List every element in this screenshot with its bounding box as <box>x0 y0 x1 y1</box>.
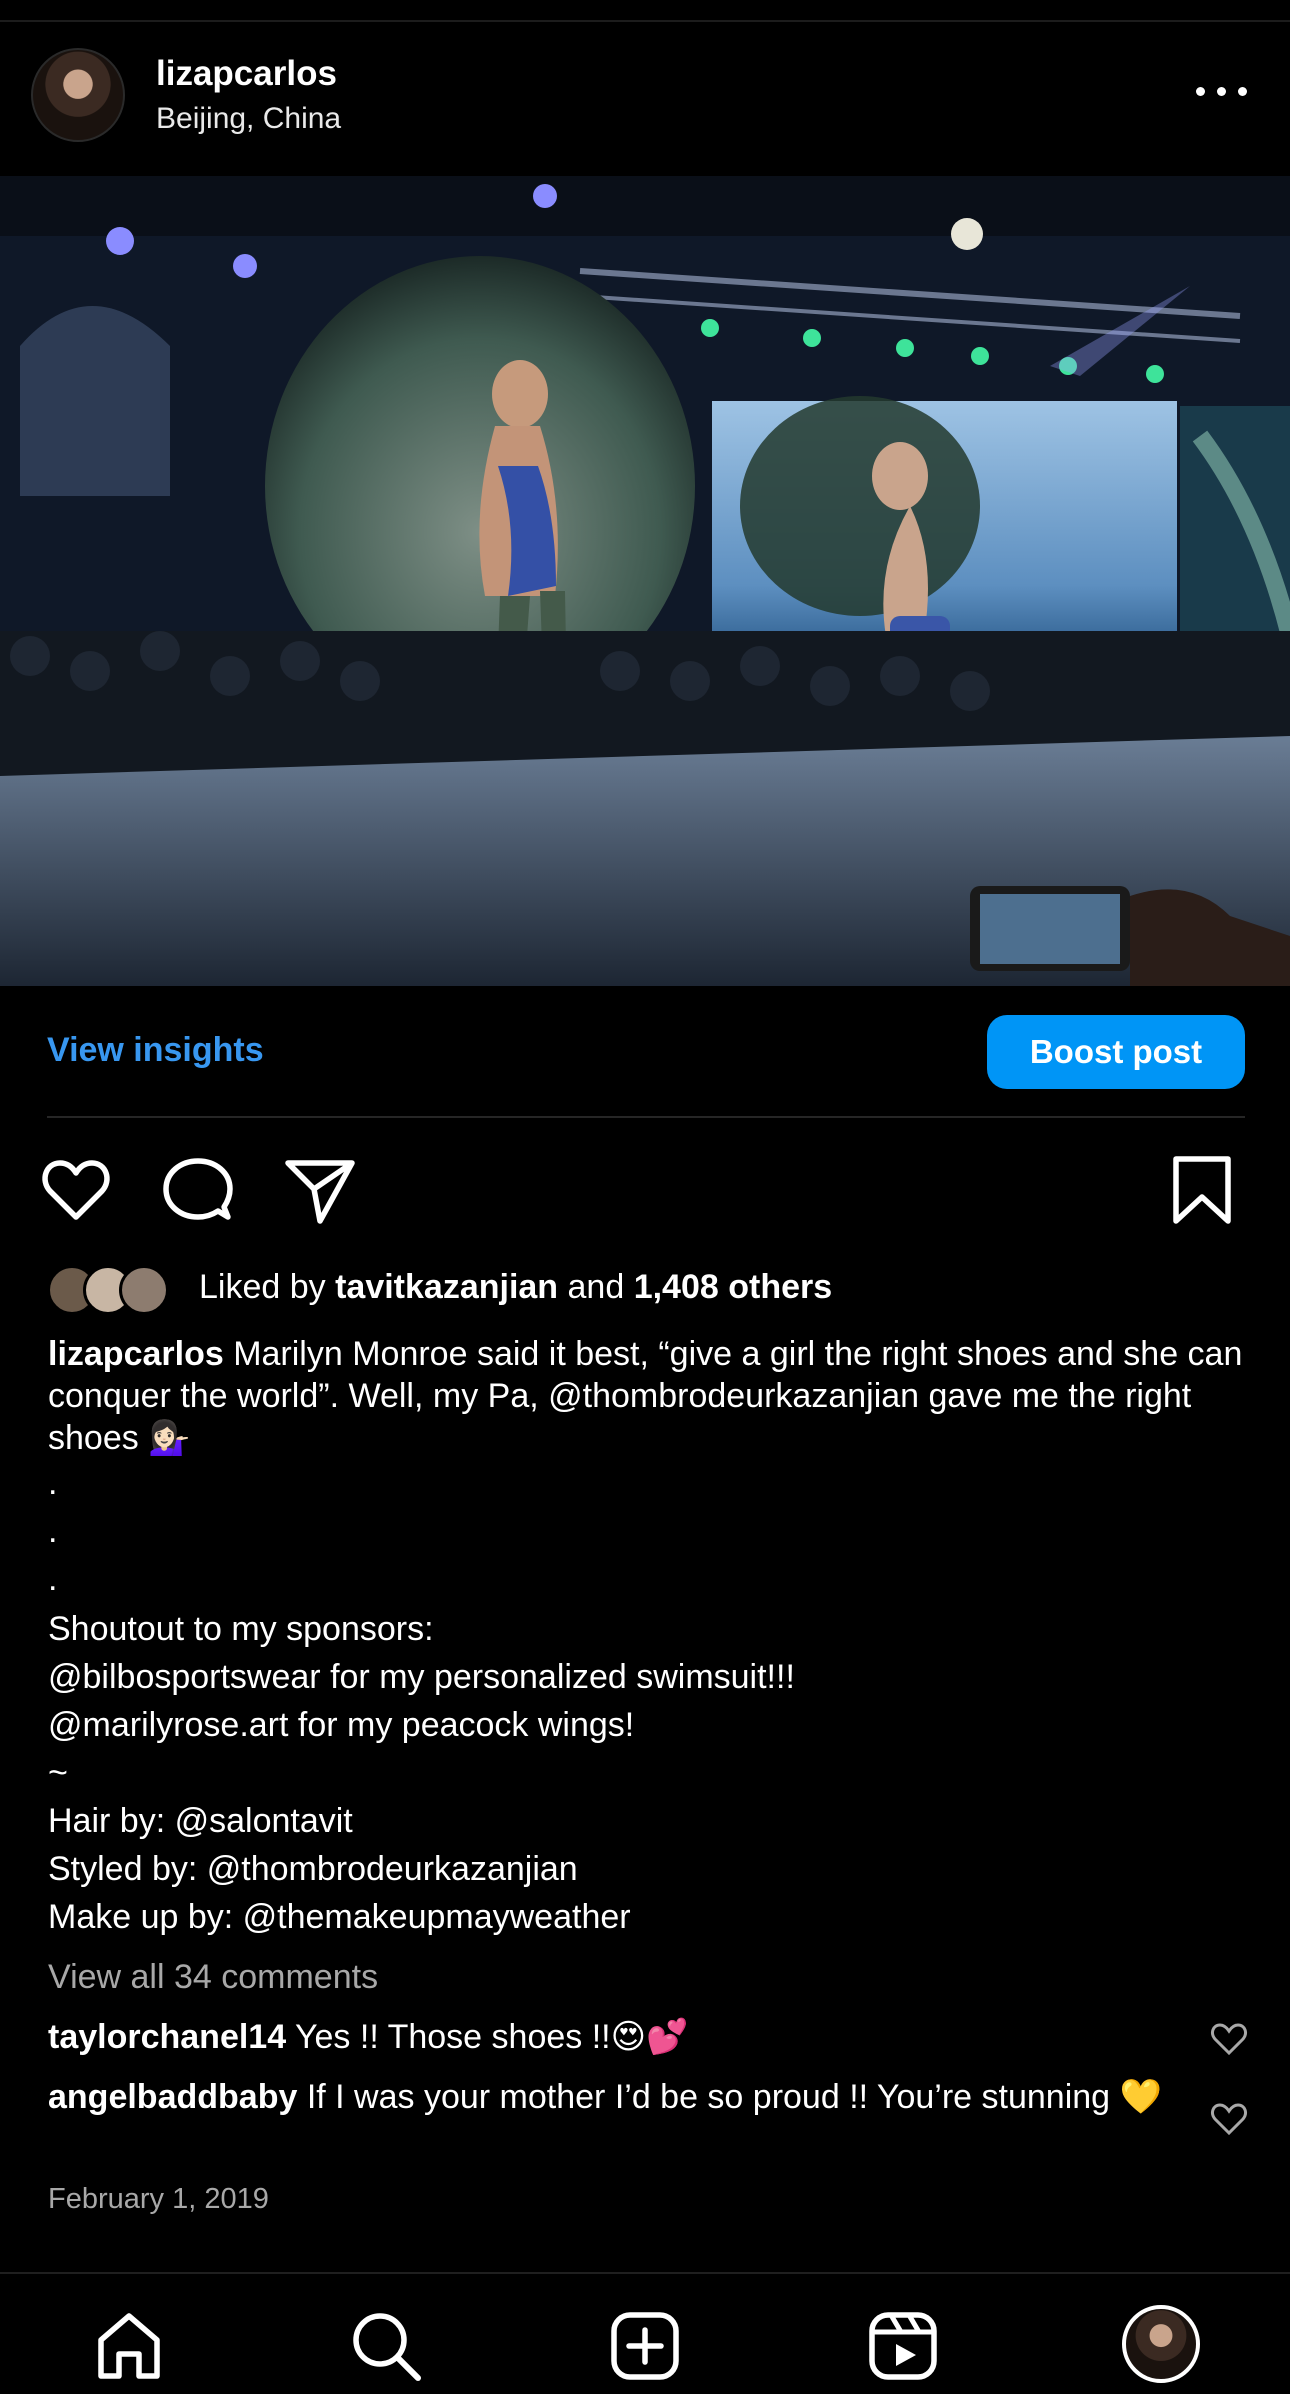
heart-icon[interactable] <box>40 1155 112 1227</box>
create-icon[interactable] <box>609 2310 681 2382</box>
post-caption: lizapcarlos Marilyn Monroe said it best,… <box>48 1333 1248 1459</box>
caption-line: Make up by: @themakeupmayweather <box>48 1898 631 1936</box>
runway-photo <box>0 176 1290 986</box>
share-icon[interactable] <box>284 1155 356 1227</box>
comment-username[interactable]: taylorchanel14 <box>48 2018 286 2056</box>
post-header: lizapcarlos Beijing, China <box>0 40 1290 176</box>
post-photo[interactable] <box>0 176 1290 986</box>
avatar[interactable] <box>31 48 125 142</box>
comment-icon[interactable] <box>162 1155 234 1227</box>
boost-post-button[interactable]: Boost post <box>987 1015 1245 1089</box>
comment-username[interactable]: angelbaddbaby <box>48 2078 297 2116</box>
caption-line: . <box>48 1512 58 1550</box>
post-username[interactable]: lizapcarlos <box>156 54 337 94</box>
caption-line: Styled by: @thombrodeurkazanjian <box>48 1850 578 1888</box>
likes-middle: and <box>558 1268 634 1306</box>
caption-line: @bilbosportswear for my personalized swi… <box>48 1658 795 1696</box>
likes-prefix: Liked by <box>199 1268 336 1306</box>
post-date: February 1, 2019 <box>48 2183 269 2215</box>
liker-username[interactable]: tavitkazanjian <box>335 1268 558 1306</box>
liker-avatars[interactable] <box>47 1265 187 1317</box>
comment-text: If I was your mother I’d be so proud !! … <box>297 2078 1162 2116</box>
caption-text: Marilyn Monroe said it best, “give a gir… <box>48 1335 1243 1457</box>
profile-avatar[interactable] <box>1122 2305 1200 2383</box>
bookmark-icon[interactable] <box>1166 1155 1238 1227</box>
caption-line: . <box>48 1560 58 1598</box>
status-divider <box>0 20 1290 22</box>
divider <box>47 1116 1245 1118</box>
likes-count[interactable]: 1,408 others <box>634 1268 832 1306</box>
view-insights-link[interactable]: View insights <box>47 1031 264 1070</box>
reels-icon[interactable] <box>867 2310 939 2382</box>
comment-text: Yes !! Those shoes !!😍💕 <box>286 2018 689 2056</box>
view-all-comments-link[interactable]: View all 34 comments <box>48 1958 378 1997</box>
caption-line: @marilyrose.art for my peacock wings! <box>48 1706 635 1744</box>
more-horizontal-icon[interactable] <box>1196 83 1248 99</box>
liker-avatar <box>119 1265 169 1315</box>
post-location[interactable]: Beijing, China <box>156 102 341 136</box>
comment: angelbaddbaby If I was your mother I’d b… <box>48 2076 1178 2118</box>
likes-summary[interactable]: Liked by tavitkazanjian and 1,408 others <box>199 1268 832 1307</box>
comment-like-icon[interactable] <box>1210 2022 1248 2056</box>
nav-divider <box>0 2272 1290 2274</box>
caption-author[interactable]: lizapcarlos <box>48 1335 224 1373</box>
caption-line: Hair by: @salontavit <box>48 1802 353 1840</box>
home-icon[interactable] <box>93 2310 165 2382</box>
caption-line: . <box>48 1464 58 1502</box>
comment: taylorchanel14 Yes !! Those shoes !!😍💕 <box>48 2016 1178 2058</box>
comment-like-icon[interactable] <box>1210 2102 1248 2136</box>
search-icon[interactable] <box>350 2310 422 2382</box>
caption-line: Shoutout to my sponsors: <box>48 1610 434 1648</box>
caption-line: ~ <box>48 1754 68 1792</box>
